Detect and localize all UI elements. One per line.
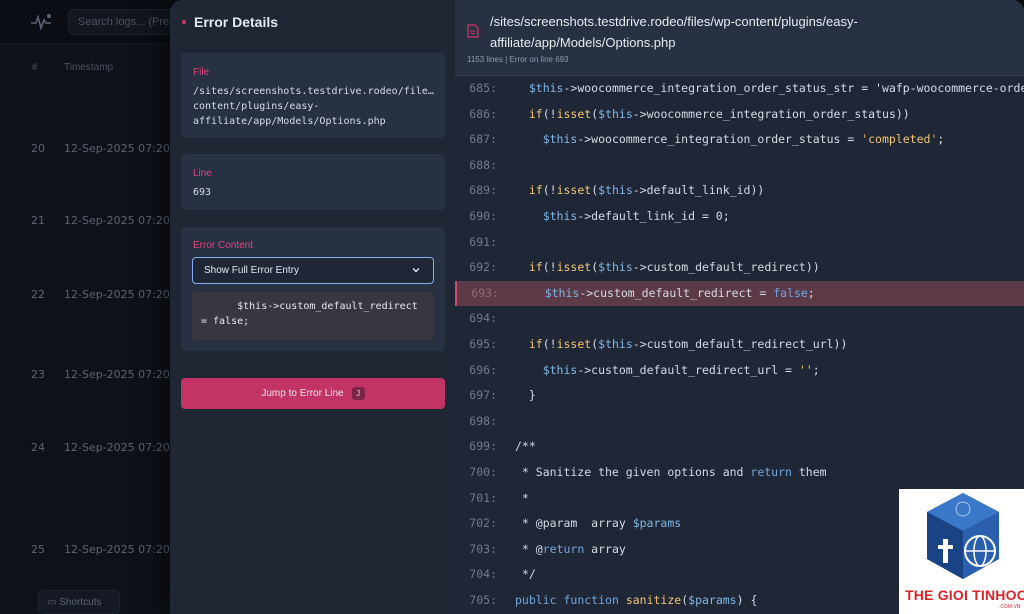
column-timestamp: Timestamp xyxy=(64,62,114,73)
error-content-label: Error Content xyxy=(193,240,254,251)
error-snippet: $this->custom_default_redirect = false; xyxy=(192,292,434,340)
row-number: 23 xyxy=(31,368,45,381)
line-number: 696: xyxy=(469,362,497,377)
code-text: $this->woocommerce_integration_order_sta… xyxy=(528,81,1024,95)
select-value: Show Full Error Entry xyxy=(204,265,300,276)
line-number: 695: xyxy=(469,337,497,351)
column-number: # xyxy=(32,62,38,73)
code-line: 699: /** xyxy=(455,434,1024,460)
pulse-logo-icon xyxy=(30,12,52,32)
panel-title: Error Details xyxy=(194,14,279,30)
code-line: 688: xyxy=(455,153,1024,179)
code-line: 695: if(!isset($this->custom_default_red… xyxy=(455,332,1024,358)
code-text: * xyxy=(515,490,529,505)
line-number: 691: xyxy=(469,234,497,249)
code-line: 691: xyxy=(455,230,1024,256)
line-number: 685: xyxy=(469,81,497,95)
row-number: 20 xyxy=(31,142,45,155)
shortcut-key-badge: J xyxy=(351,387,365,400)
jump-to-error-button[interactable]: Jump to Error Line J xyxy=(181,378,445,409)
line-number: 697: xyxy=(469,388,497,403)
code-text: */ xyxy=(515,567,536,582)
keyboard-icon: ▭ xyxy=(47,597,57,608)
code-line: 700: * Sanitize the given options and re… xyxy=(455,460,1024,486)
line-number: 689: xyxy=(469,183,497,198)
line-number: 694: xyxy=(469,311,497,326)
panel-header: Error Details xyxy=(182,12,278,32)
cube-logo-icon xyxy=(927,493,999,579)
line-number: 700: xyxy=(469,465,497,479)
code-line: 686: if(!isset($this->woocommerce_integr… xyxy=(455,102,1024,128)
code-text: * @param array $params xyxy=(515,516,682,531)
line-number: 701: xyxy=(469,490,497,505)
watermark-text: THE GIOI TINHOC xyxy=(905,587,1024,603)
watermark-subtext: .COM.VN xyxy=(999,604,1021,610)
code-line: 690: $this->default_link_id = 0; xyxy=(455,204,1024,230)
line-number: 699: xyxy=(469,439,497,454)
line-number: 686: xyxy=(469,106,497,121)
code-line: 694: xyxy=(455,306,1024,332)
row-number: 22 xyxy=(31,288,45,301)
file-icon xyxy=(467,24,479,38)
row-number: 24 xyxy=(31,441,45,454)
row-number: 21 xyxy=(31,214,45,227)
code-text: $this->custom_default_redirect = false; xyxy=(544,285,815,300)
details-panel: Error Details File /sites/screenshots.te… xyxy=(170,0,455,614)
file-path-value: /sites/screenshots.testdrive.rodeo/file…… xyxy=(193,86,434,127)
file-label: File xyxy=(193,67,210,78)
code-text: if(!isset($this->custom_default_redirect… xyxy=(528,260,820,275)
code-text: $this->custom_default_redirect_url = ''; xyxy=(542,362,820,377)
code-line: 697: } xyxy=(455,383,1024,409)
status-dot-icon xyxy=(182,20,186,24)
line-number: 703: xyxy=(469,541,497,556)
code-text: /** xyxy=(515,439,536,454)
line-card: Line 693 xyxy=(181,154,445,210)
error-details-modal: Error Details File /sites/screenshots.te… xyxy=(170,0,1024,614)
shortcuts-label: Shortcuts xyxy=(59,597,102,608)
file-path-title: /sites/screenshots.testdrive.rodeo/files… xyxy=(490,14,858,50)
code-text: $this->default_link_id = 0; xyxy=(542,209,730,223)
code-text: if(!isset($this->woocommerce_integration… xyxy=(528,106,910,121)
shortcuts-button[interactable]: ▭ Shortcuts xyxy=(38,590,120,614)
line-number: 687: xyxy=(469,132,497,147)
file-card: File /sites/screenshots.testdrive.rodeo/… xyxy=(181,53,445,138)
code-text: if(!isset($this->default_link_id)) xyxy=(528,183,765,198)
code-text: } xyxy=(515,388,536,403)
code-line: 687: $this->woocommerce_integration_orde… xyxy=(455,127,1024,153)
line-number: 692: xyxy=(469,260,497,275)
line-number: 704: xyxy=(469,567,497,582)
file-meta: 1153 lines | Error on line 693 xyxy=(467,55,569,64)
code-text: * Sanitize the given options and return … xyxy=(515,465,827,479)
line-number: 698: xyxy=(469,413,497,428)
code-text: public function sanitize($params) { xyxy=(515,593,758,607)
line-label: Line xyxy=(193,168,212,179)
line-number: 705: xyxy=(469,593,497,607)
code-text: $this->woocommerce_integration_order_sta… xyxy=(542,132,945,147)
line-number: 702: xyxy=(469,516,497,531)
viewer-header: /sites/screenshots.testdrive.rodeo/files… xyxy=(455,0,1024,76)
code-text: * @return array xyxy=(515,541,626,556)
line-number-value: 693 xyxy=(193,187,212,198)
code-line: 692: if(!isset($this->custom_default_red… xyxy=(455,255,1024,281)
code-line: 696: $this->custom_default_redirect_url … xyxy=(455,358,1024,384)
code-line: 689: if(!isset($this->default_link_id)) xyxy=(455,178,1024,204)
jump-label: Jump to Error Line xyxy=(261,388,344,399)
line-number: 693: xyxy=(471,285,499,300)
error-view-select[interactable]: Show Full Error Entry xyxy=(192,257,434,284)
code-line-error: 693: $this->custom_default_redirect = fa… xyxy=(455,280,1024,307)
code-line: 685: $this->woocommerce_integration_orde… xyxy=(455,76,1024,102)
code-line: 698: xyxy=(455,409,1024,435)
code-text: if(!isset($this->custom_default_redirect… xyxy=(528,337,848,351)
line-number: 688: xyxy=(469,157,497,172)
chevron-down-icon xyxy=(412,268,420,273)
watermark-logo: THE GIOI TINHOC .COM.VN xyxy=(899,489,1024,614)
row-number: 25 xyxy=(31,543,45,556)
line-number: 690: xyxy=(469,209,497,223)
error-content-card: Error Content Show Full Error Entry $thi… xyxy=(181,227,445,351)
